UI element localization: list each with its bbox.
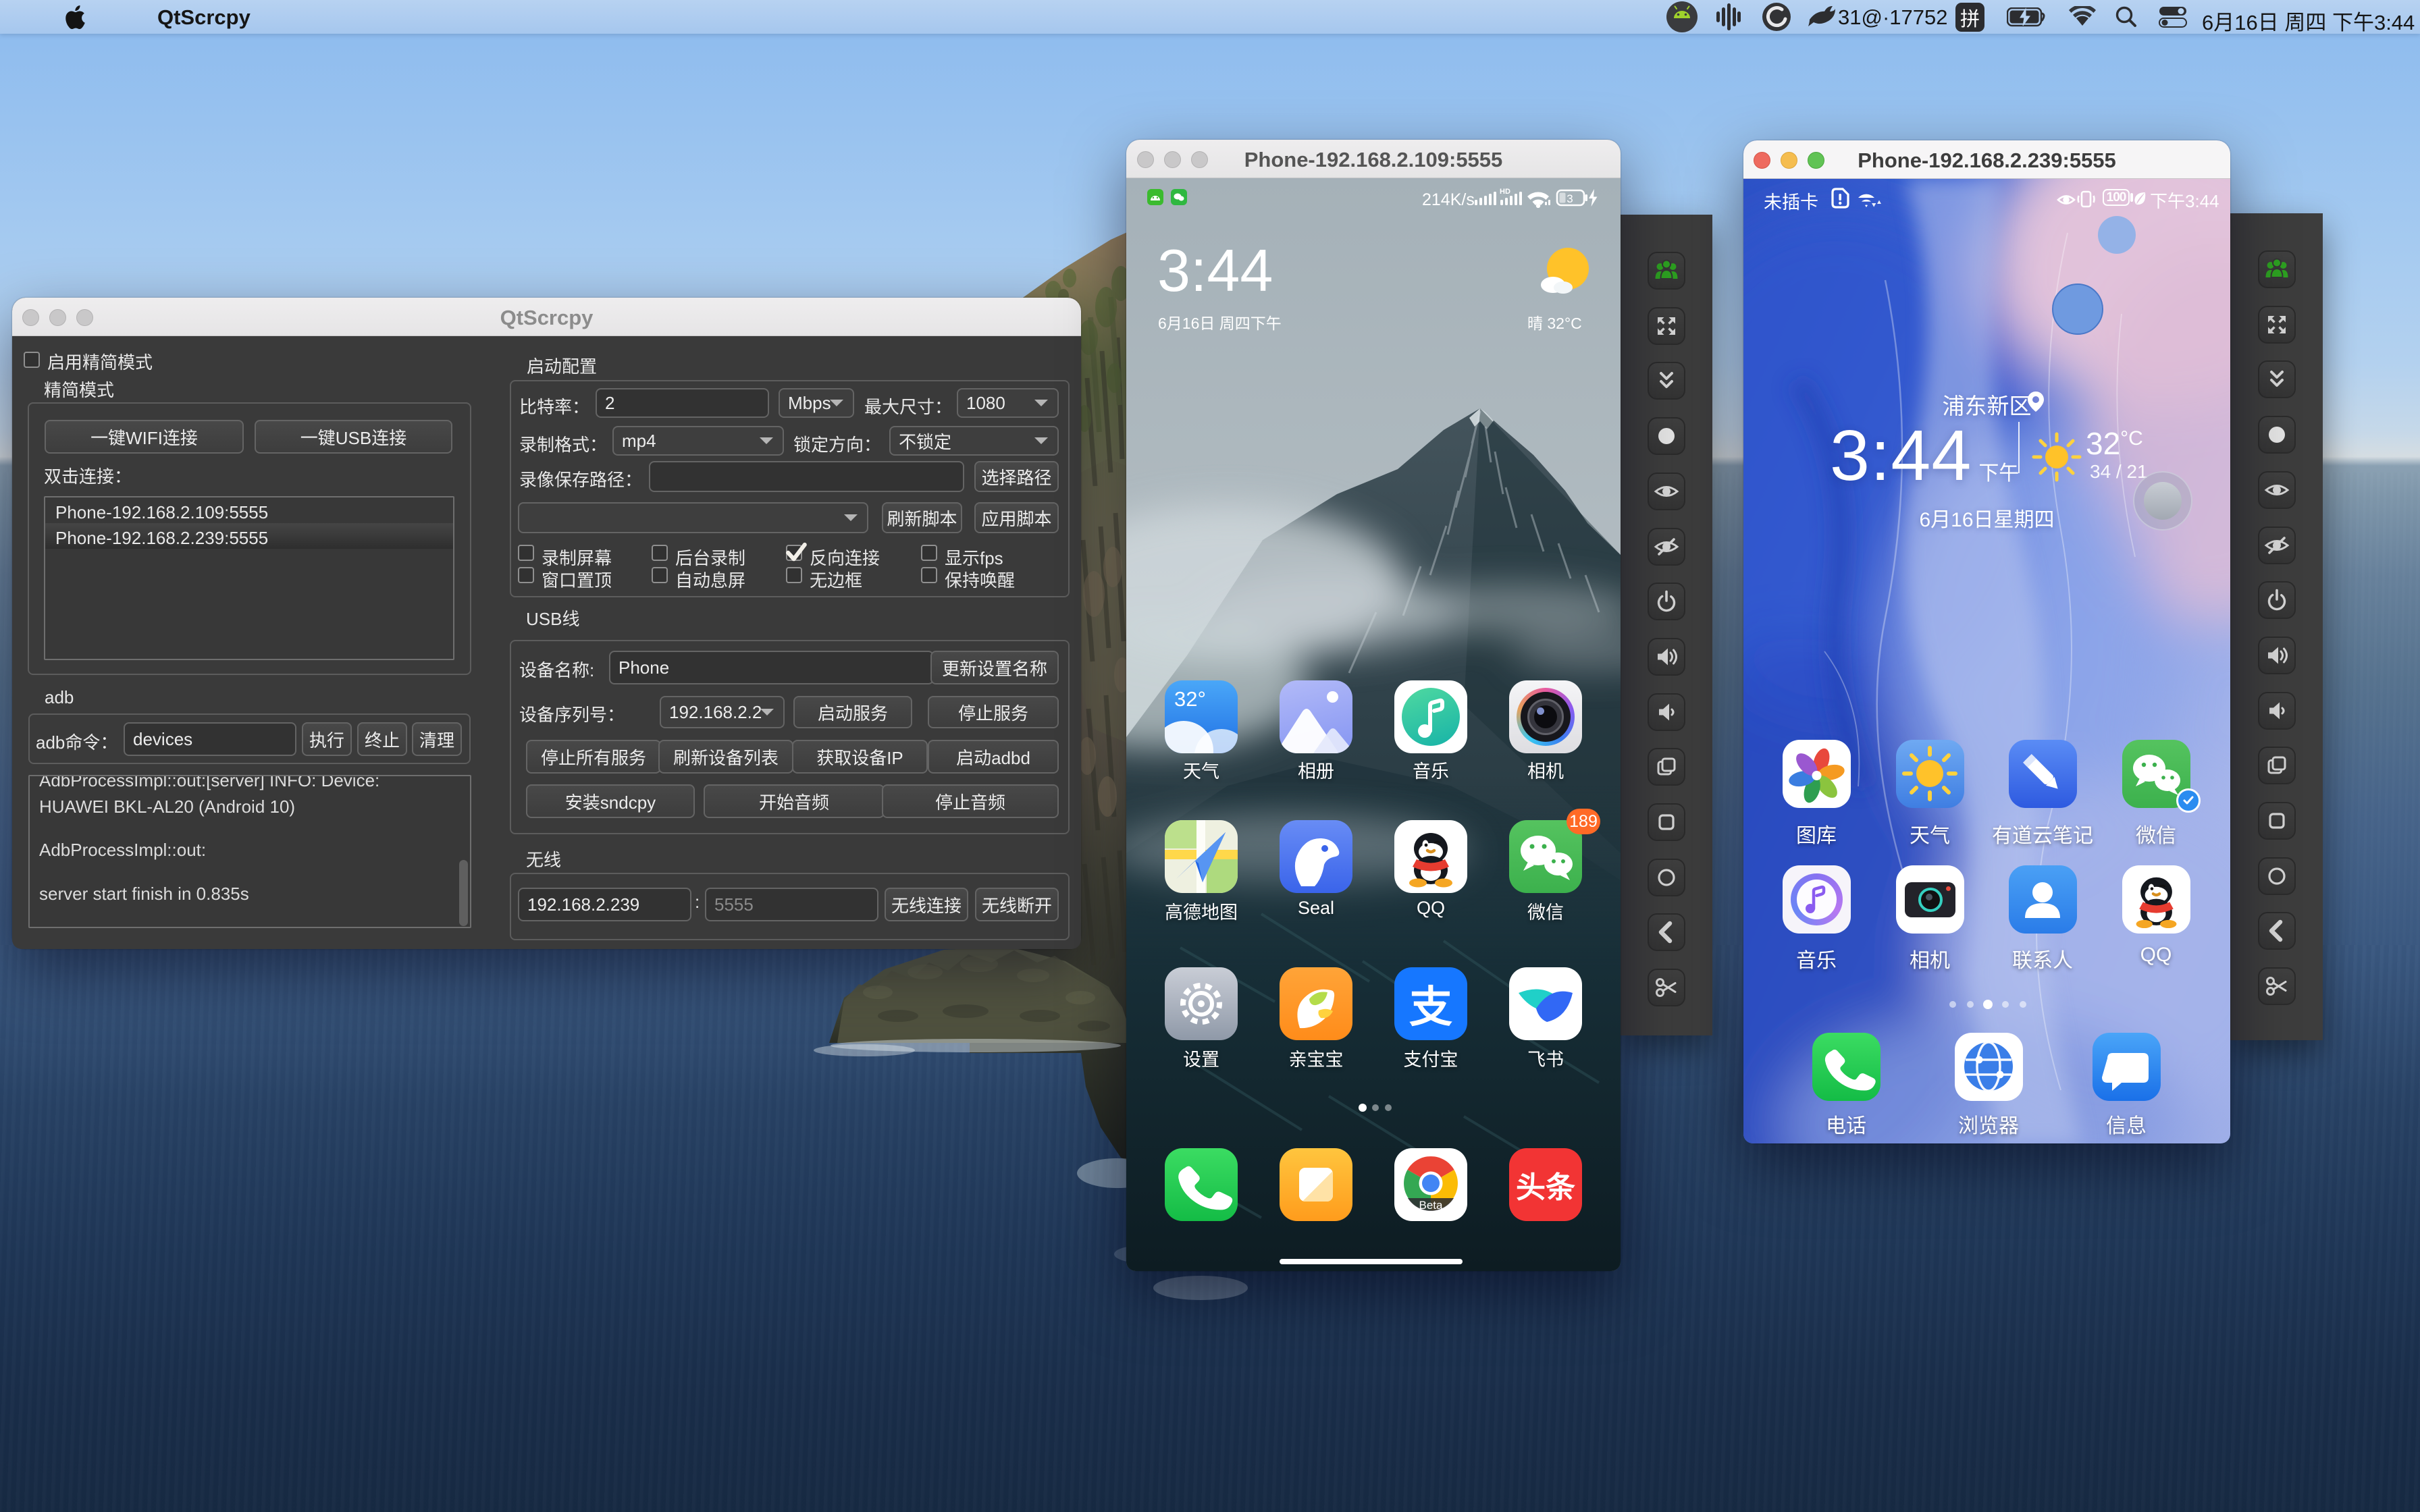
svg-text:HD: HD xyxy=(1500,188,1510,196)
svg-text:3: 3 xyxy=(1567,192,1573,205)
svg-text:Beta: Beta xyxy=(1419,1199,1444,1212)
